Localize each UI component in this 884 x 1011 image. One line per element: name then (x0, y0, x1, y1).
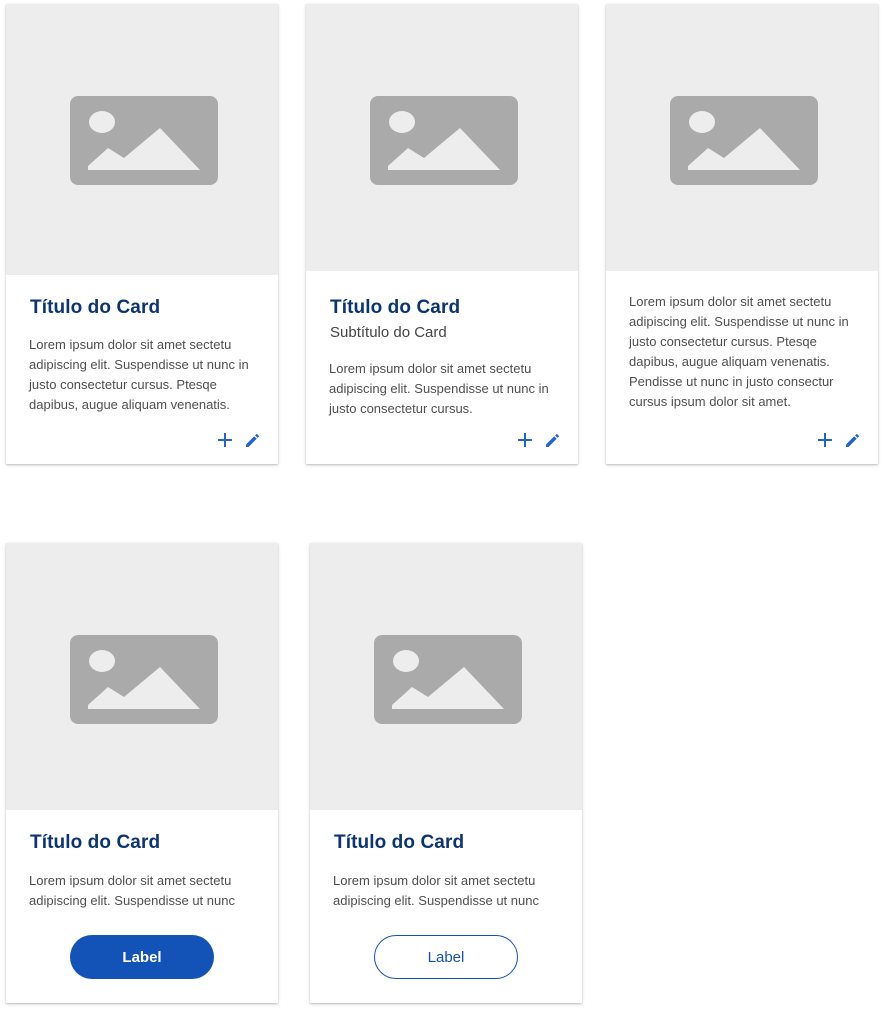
card-title: Título do Card (30, 832, 161, 853)
card-title: Título do Card (330, 297, 461, 318)
plus-icon[interactable] (214, 429, 236, 451)
pencil-icon[interactable] (842, 429, 864, 451)
label-button[interactable]: Label (70, 935, 214, 979)
card-2: Título do Card Subtítulo do Card Lorem i… (306, 4, 578, 464)
card-media (6, 4, 278, 275)
card-title: Título do Card (30, 297, 161, 318)
card-body: Lorem ipsum dolor sit amet sectetu adipi… (629, 294, 849, 409)
card-3: Lorem ipsum dolor sit amet sectetu adipi… (606, 4, 878, 464)
card-actions (214, 429, 264, 451)
card-media (310, 543, 582, 810)
pencil-icon[interactable] (542, 429, 564, 451)
image-placeholder-icon (70, 635, 218, 724)
image-placeholder-icon (670, 96, 818, 185)
image-placeholder-icon (370, 96, 518, 185)
pencil-icon[interactable] (242, 429, 264, 451)
card-4: Título do Card Lorem ipsum dolor sit ame… (6, 543, 278, 1003)
card-5: Título do Card Lorem ipsum dolor sit ame… (310, 543, 582, 1003)
plus-icon[interactable] (514, 429, 536, 451)
label-outline-button[interactable]: Label (374, 935, 518, 979)
card-body: Lorem ipsum dolor sit amet sectetu adipi… (329, 361, 549, 416)
card-actions (814, 429, 864, 451)
card-body: Lorem ipsum dolor sit amet sectetu adipi… (333, 873, 539, 908)
card-1: Título do Card Lorem ipsum dolor sit ame… (6, 4, 278, 464)
card-actions (514, 429, 564, 451)
card-media (306, 4, 578, 271)
card-subtitle: Subtítulo do Card (330, 324, 447, 341)
card-media (6, 543, 278, 810)
card-body: Lorem ipsum dolor sit amet sectetu adipi… (29, 337, 249, 412)
image-placeholder-icon (374, 635, 522, 724)
card-title: Título do Card (334, 832, 465, 853)
card-media (606, 4, 878, 271)
plus-icon[interactable] (814, 429, 836, 451)
card-body: Lorem ipsum dolor sit amet sectetu adipi… (29, 873, 235, 908)
image-placeholder-icon (70, 96, 218, 185)
